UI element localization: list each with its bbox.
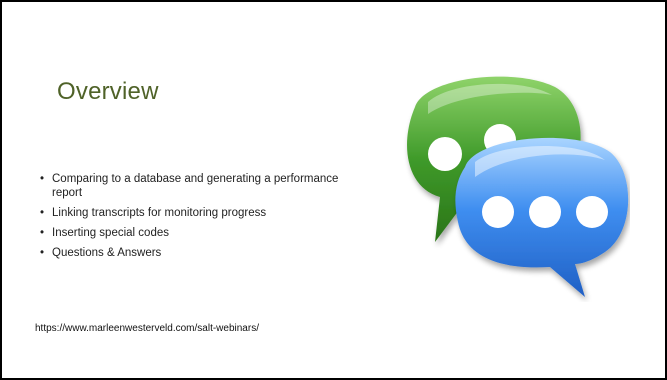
slide: Overview Comparing to a database and gen… <box>0 0 667 380</box>
bullet-item: Questions & Answers <box>40 246 340 260</box>
blue-bubble-dot <box>529 196 561 228</box>
blue-bubble-dot <box>482 196 514 228</box>
green-bubble-dot <box>428 137 462 171</box>
bullet-item: Comparing to a database and generating a… <box>40 172 340 200</box>
blue-bubble-dot <box>576 196 608 228</box>
chat-bubbles-icon <box>407 76 629 297</box>
webinar-url: https://www.marleenwesterveld.com/salt-w… <box>35 323 259 334</box>
slide-title: Overview <box>57 78 159 105</box>
bullet-list: Comparing to a database and generating a… <box>40 172 340 266</box>
bullet-item: Linking transcripts for monitoring progr… <box>40 206 340 220</box>
bullet-item: Inserting special codes <box>40 226 340 240</box>
